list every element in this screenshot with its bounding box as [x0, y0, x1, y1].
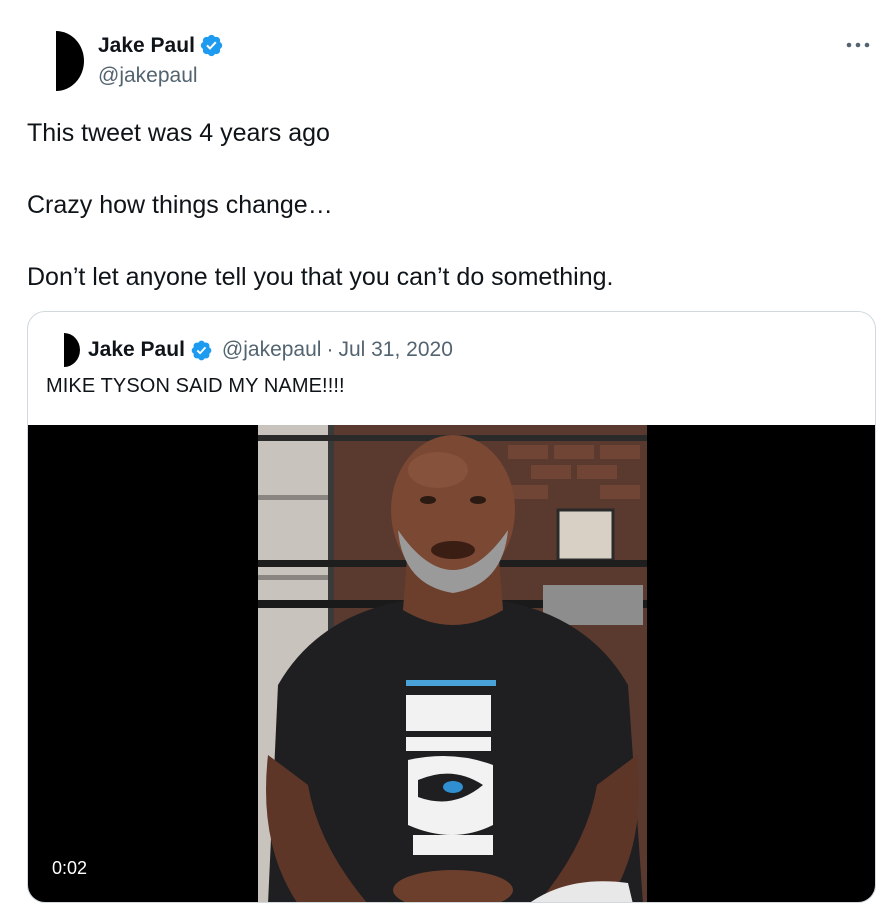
video-thumbnail [258, 425, 647, 902]
quoted-verified-badge-icon [191, 340, 212, 360]
tweet-line-1: This tweet was 4 years ago [27, 119, 330, 147]
verified-badge-icon[interactable] [199, 33, 224, 58]
quoted-header: Jake Paul @jakepaul · Jul 31, 2020 [62, 332, 453, 368]
quoted-tweet[interactable]: Jake Paul @jakepaul · Jul 31, 2020 MIKE … [27, 311, 876, 903]
quoted-display-name[interactable]: Jake Paul [88, 338, 185, 362]
author-display-name[interactable]: Jake Paul [98, 34, 195, 58]
tweet-card: Jake Paul @jakepaul This tweet was 4 yea… [0, 0, 895, 916]
author-name-row: Jake Paul [98, 33, 224, 58]
tweet-text: This tweet was 4 years ago Crazy how thi… [27, 115, 867, 295]
author-handle[interactable]: @jakepaul [98, 64, 198, 88]
video-player[interactable]: 0:02 [28, 425, 875, 902]
tweet-line-3: Don’t let anyone tell you that you can’t… [27, 263, 614, 291]
author-avatar[interactable] [36, 30, 92, 92]
quoted-handle[interactable]: @jakepaul [222, 338, 322, 362]
quoted-separator: · [326, 338, 334, 361]
video-timestamp: 0:02 [42, 853, 98, 884]
tweet-line-2: Crazy how things change… [27, 191, 333, 219]
quoted-avatar[interactable] [62, 332, 80, 368]
quoted-date[interactable]: Jul 31, 2020 [338, 338, 452, 362]
quoted-text: MIKE TYSON SAID MY NAME!!!! [46, 375, 345, 397]
more-options-button[interactable] [841, 30, 875, 60]
more-horizontal-icon [846, 42, 870, 48]
